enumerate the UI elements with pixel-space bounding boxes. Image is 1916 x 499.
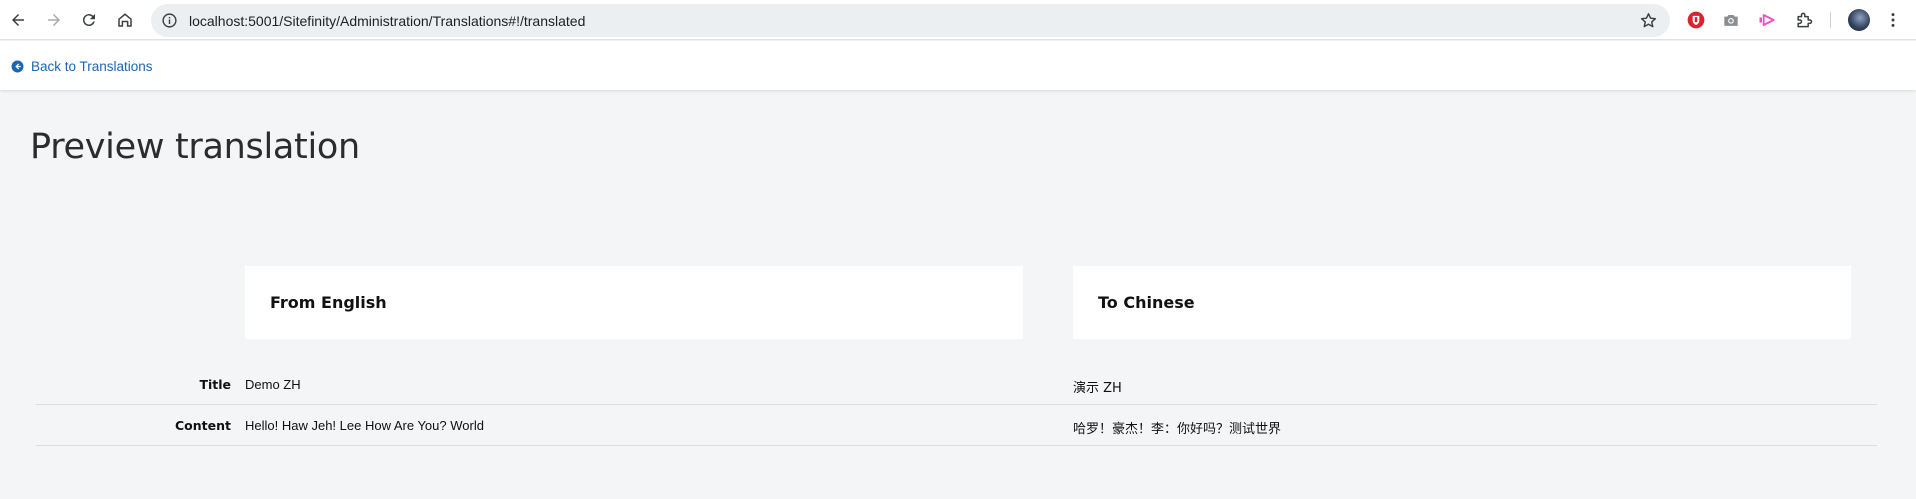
address-bar[interactable]: localhost:5001/Sitefinity/Administration…	[151, 4, 1670, 37]
profile-avatar[interactable]	[1848, 9, 1870, 31]
browser-toolbar: localhost:5001/Sitefinity/Administration…	[0, 0, 1916, 40]
url-text[interactable]: localhost:5001/Sitefinity/Administration…	[189, 13, 585, 29]
table-row: Title Demo ZH 演示 ZH	[36, 364, 1877, 405]
source-value-title: Demo ZH	[245, 377, 301, 392]
home-button[interactable]	[111, 6, 139, 34]
target-language-label: To Chinese	[1098, 293, 1195, 312]
extension-button-pink[interactable]	[1756, 9, 1778, 31]
kebab-menu-icon	[1891, 13, 1895, 27]
bookmark-star-icon[interactable]	[1639, 11, 1658, 30]
extension-red-shield-icon	[1687, 11, 1705, 29]
forward-arrow-icon	[48, 14, 60, 26]
source-language-label: From English	[270, 293, 387, 312]
table-row: Content Hello! Haw Jeh! Lee How Are You?…	[36, 405, 1877, 446]
home-icon	[118, 13, 132, 27]
browser-menu-button[interactable]	[1882, 9, 1904, 31]
field-label-title: Title	[199, 377, 231, 392]
back-link-label[interactable]: Back to Translations	[31, 59, 153, 74]
page-title: Preview translation	[30, 127, 360, 167]
source-language-header: From English	[245, 266, 1023, 339]
target-language-header: To Chinese	[1073, 266, 1851, 339]
reload-icon	[82, 14, 95, 27]
extensions-menu-button[interactable]	[1793, 9, 1815, 31]
translated-value-title: 演示 ZH	[1073, 381, 1122, 396]
field-label-content: Content	[175, 418, 231, 433]
info-icon[interactable]	[161, 12, 178, 29]
back-to-translations-link[interactable]: Back to Translations	[11, 59, 153, 74]
source-value-content: Hello! Haw Jeh! Lee How Are You? World	[245, 418, 484, 433]
extension-button[interactable]	[1685, 9, 1707, 31]
screenshot-extension-button[interactable]	[1720, 9, 1742, 31]
app-topbar: Back to Translations	[0, 41, 1916, 90]
toolbar-separator	[1830, 12, 1831, 28]
forward-button[interactable]	[40, 6, 68, 34]
reload-button[interactable]	[75, 6, 103, 34]
translated-value-content: 哈罗！豪杰！李：你好吗？测试世界	[1073, 422, 1282, 437]
puzzle-extensions-icon	[1797, 12, 1813, 28]
back-button[interactable]	[4, 6, 32, 34]
camera-icon	[1724, 15, 1738, 26]
extension-pink-arrow-icon	[1759, 14, 1775, 26]
back-arrow-icon	[12, 14, 24, 26]
circle-arrow-left-icon	[11, 60, 24, 73]
